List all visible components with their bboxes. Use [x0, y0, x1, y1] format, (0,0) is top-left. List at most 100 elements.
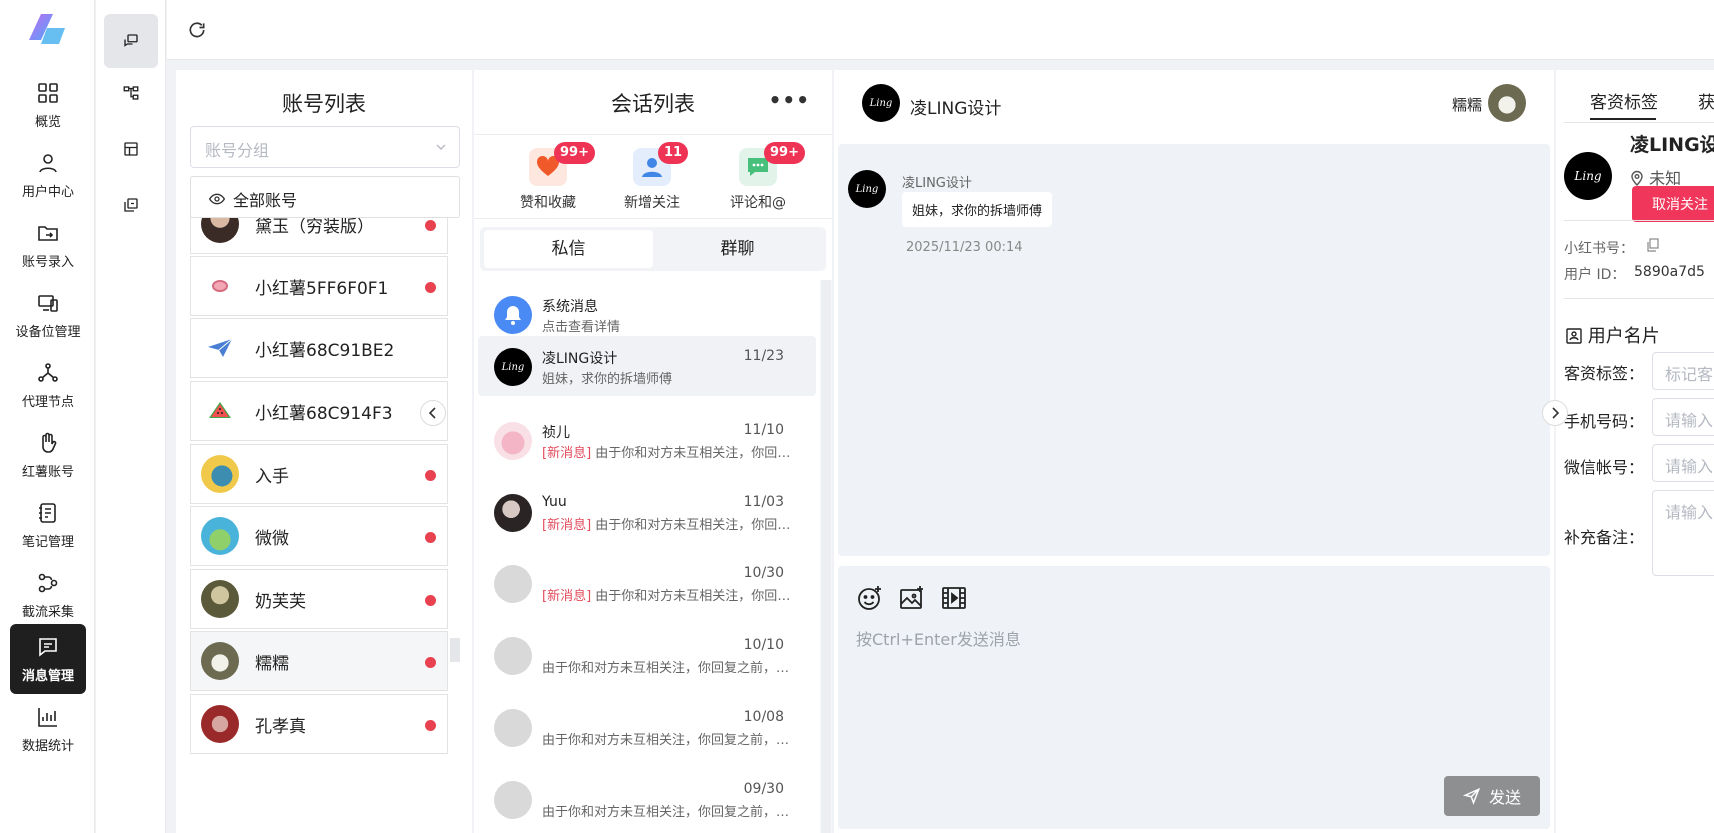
session-list: 系统消息 点击查看详情 Ling 凌LING设计 11/23 姐妹，求你的拆墙师… — [474, 280, 820, 833]
nav-item-statistics[interactable]: 数据统计 — [10, 694, 86, 764]
video-icon[interactable] — [940, 584, 968, 612]
new-followers-button[interactable]: 11 新增关注 — [602, 142, 702, 212]
account-item[interactable]: 小红薯68C914F3 — [190, 381, 448, 441]
nav-item-messages[interactable]: 消息管理 — [10, 624, 86, 694]
collapse-left-button[interactable] — [420, 400, 446, 426]
session-item[interactable]: Yuu 11/03 [新消息] 由于你和对方未互相关注，你回复之前，对方只能发一… — [478, 482, 816, 542]
session-name: Yuu — [542, 494, 567, 510]
account-item[interactable]: 入手 — [190, 444, 448, 504]
nav-item-xhs-accounts[interactable]: 红薯账号 — [10, 420, 86, 490]
all-accounts-option[interactable]: 全部账号 — [190, 176, 460, 218]
nav-item-user-center[interactable]: 用户中心 — [10, 140, 86, 210]
account-item[interactable]: 孔孝真 — [190, 694, 448, 754]
comments-mentions-button[interactable]: 99+ 评论和@ — [708, 142, 808, 212]
message-input[interactable]: 按Ctrl+Enter发送消息 — [856, 626, 1021, 650]
chevron-down-icon — [436, 144, 446, 150]
session-item[interactable]: 10/08 由于你和对方未互相关注，你回复之前，对方只能发一条消息 — [478, 697, 816, 757]
avatar — [494, 709, 532, 747]
image-icon[interactable] — [898, 584, 926, 612]
account-list-scrollbar[interactable] — [450, 638, 460, 662]
session-item[interactable]: 祯儿 11/10 [新消息] 由于你和对方未互相关注，你回复之前，对方只能发一条… — [478, 410, 816, 470]
copy-icon — [124, 198, 138, 212]
account-group-select[interactable]: 账号分组 — [190, 126, 460, 168]
session-item[interactable]: 09/30 由于你和对方未互相关注，你回复之前，对方只能发一条消息 — [478, 769, 816, 829]
session-preview: 由于你和对方未互相关注，你回复之前，对方只能发一条消息 — [542, 805, 798, 820]
message-sender: 凌LING设计 — [902, 176, 972, 191]
more-options-icon[interactable]: ••• — [769, 88, 810, 112]
avatar: Ling — [494, 348, 532, 386]
session-name: 祯儿 — [542, 425, 570, 441]
account-name: 孔孝真 — [255, 716, 306, 737]
tab-private[interactable]: 私信 — [484, 230, 653, 268]
send-button[interactable]: 发送 — [1444, 776, 1540, 816]
phone-input[interactable]: 请输入 — [1652, 398, 1714, 436]
my-avatar — [1488, 84, 1526, 122]
account-item[interactable]: 糯糯 — [190, 631, 448, 691]
sub-nav — [96, 0, 166, 833]
account-item[interactable]: 奶芙芙 — [190, 569, 448, 629]
user-id-value: 5890a7d5 — [1634, 264, 1705, 280]
emoji-icon[interactable] — [856, 584, 884, 612]
sub-nav-chat[interactable] — [104, 14, 158, 68]
watermelon-icon — [209, 402, 231, 418]
field-label-phone: 手机号码： — [1564, 412, 1645, 431]
nav-item-intercept[interactable]: 截流采集 — [10, 560, 86, 630]
tags-input[interactable]: 标记客 — [1652, 352, 1714, 390]
ling-logo: Ling — [1574, 169, 1602, 183]
avatar — [201, 642, 239, 680]
avatar — [201, 392, 239, 430]
tab-customer-tags[interactable]: 客资标签 — [1590, 88, 1658, 113]
session-item[interactable]: 10/10 由于你和对方未互相关注，你回复之前，对方只能发一条消息 — [478, 625, 816, 685]
profile-name: 凌LING设 — [1630, 134, 1714, 156]
message-bubble: 姐妹，求你的拆墙师傅 — [902, 192, 1053, 227]
avatar — [201, 329, 239, 367]
avatar — [494, 637, 532, 675]
session-item-system[interactable]: 系统消息 点击查看详情 — [478, 284, 816, 344]
chat-panel: Ling 凌LING设计 糯糯 Ling 凌LING设计 姐妹，求你的拆墙师傅 … — [834, 70, 1554, 833]
account-item[interactable]: 小红薯5FF6F0F1 — [190, 256, 448, 316]
avatar — [494, 422, 532, 460]
divider — [1564, 298, 1714, 299]
wechat-input[interactable]: 请输入 — [1652, 444, 1714, 482]
nav-item-proxy-nodes[interactable]: 代理节点 — [10, 350, 86, 420]
session-preview: [新消息] 由于你和对方未互相关注，你回复之前，对方只能发一条消息 — [542, 514, 798, 533]
new-message-tag: [新消息] — [542, 446, 592, 461]
nav-item-device-slots[interactable]: 设备位管理 — [10, 280, 86, 350]
tab-more[interactable]: 获 — [1698, 88, 1714, 113]
refresh-icon[interactable] — [187, 20, 207, 40]
scrollbar-thumb[interactable] — [821, 280, 831, 833]
nav-label: 数据统计 — [21, 738, 74, 754]
avatar — [201, 267, 239, 305]
account-item[interactable]: 微微 — [190, 506, 448, 566]
sub-nav-template[interactable] — [104, 122, 158, 176]
contact-avatar[interactable]: Ling — [862, 84, 900, 122]
tree-icon — [123, 86, 139, 100]
chart-icon — [38, 707, 57, 727]
session-date: 11/03 — [743, 494, 784, 510]
divider — [474, 134, 832, 135]
session-item[interactable]: Ling 凌LING设计 11/23 姐妹，求你的拆墙师傅 — [478, 336, 816, 396]
message-icon — [39, 637, 57, 657]
unread-dot — [425, 720, 436, 731]
account-item[interactable]: 小红薯68C91BE2 — [190, 318, 448, 378]
unfollow-button[interactable]: 取消关注 — [1632, 186, 1714, 222]
nav-item-overview[interactable]: 概览 — [10, 70, 86, 140]
message-composer[interactable]: 按Ctrl+Enter发送消息 发送 — [838, 566, 1550, 829]
ling-logo: Ling — [855, 183, 879, 195]
nav-item-account-entry[interactable]: 账号录入 — [10, 210, 86, 280]
avatar — [201, 580, 239, 618]
flow-icon — [38, 573, 58, 592]
likes-favorites-button[interactable]: 99+ 赞和收藏 — [498, 142, 598, 212]
session-list-scrollbar[interactable] — [820, 280, 832, 833]
notes-textarea[interactable]: 请输入 — [1652, 490, 1714, 576]
all-accounts-label: 全部账号 — [233, 191, 298, 210]
tab-group[interactable]: 群聊 — [653, 230, 822, 268]
session-preview: 点击查看详情 — [542, 320, 621, 335]
session-item[interactable]: 10/30 [新消息] 由于你和对方未互相关注，你回复之前，对方只能发一条消息 — [478, 553, 816, 613]
collapse-right-button[interactable] — [1542, 400, 1568, 426]
copy-icon[interactable] — [1646, 238, 1660, 252]
nav-item-notes[interactable]: 笔记管理 — [10, 490, 86, 560]
sub-nav-copy[interactable] — [104, 178, 158, 232]
sub-nav-tree[interactable] — [104, 66, 158, 120]
account-name: 奶芙芙 — [255, 591, 306, 612]
